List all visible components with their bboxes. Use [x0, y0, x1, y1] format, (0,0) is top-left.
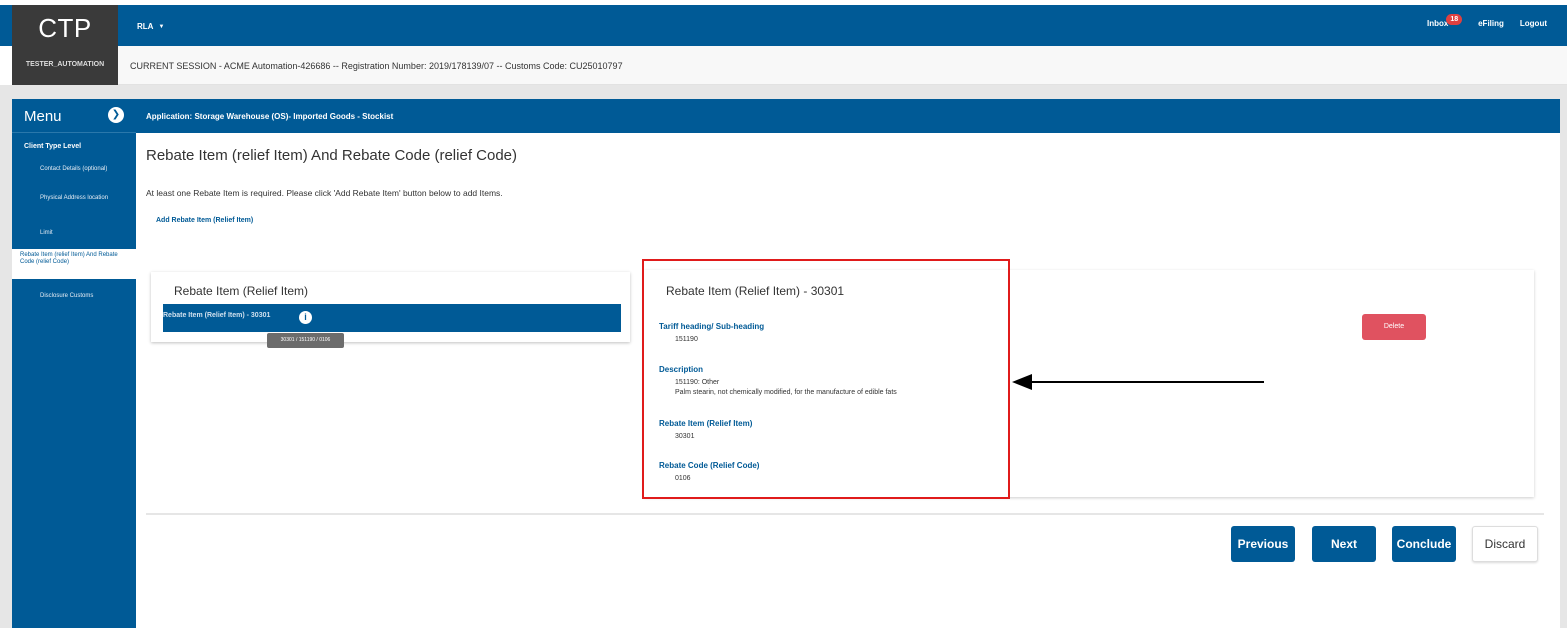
rebate-item-row[interactable]: Rebate Item (Relief Item) - 30301 i [163, 304, 621, 332]
application-bar: Application: Storage Warehouse (OS)- Imp… [136, 99, 1560, 133]
sidebar-item-disclosure-customs[interactable]: Disclosure Customs [40, 293, 120, 300]
top-right-links: Inbox 18 eFiling Logout [1426, 14, 1547, 28]
rebate-item-list-card: Rebate Item (Relief Item) Rebate Item (R… [151, 272, 630, 342]
efiling-link[interactable]: eFiling [1478, 19, 1504, 28]
rla-menu-dropdown[interactable]: RLA ▼ [137, 22, 164, 31]
discard-button[interactable]: Discard [1472, 526, 1538, 562]
rla-menu-label: RLA [137, 22, 154, 31]
delete-button[interactable]: Delete [1362, 314, 1426, 340]
info-icon[interactable]: i [299, 311, 312, 324]
sidebar-item-contact-details[interactable]: Contact Details (optional) [40, 166, 120, 173]
page-title: Rebate Item (relief Item) And Rebate Cod… [146, 147, 518, 164]
session-info: CURRENT SESSION - ACME Automation-426686… [130, 61, 623, 71]
sidebar-item-rebate-item[interactable]: Rebate Item (relief Item) And Rebate Cod… [12, 249, 136, 279]
highlight-box [642, 259, 1010, 499]
session-bar: CURRENT SESSION - ACME Automation-426686… [118, 46, 1567, 85]
arrow-left-icon [1012, 374, 1264, 390]
sidebar-header: Menu ❯ [12, 99, 136, 133]
list-card-title: Rebate Item (Relief Item) [174, 284, 309, 298]
rebate-item-row-label: Rebate Item (Relief Item) - 30301 [163, 312, 271, 319]
logout-link[interactable]: Logout [1520, 19, 1547, 28]
chevron-down-icon: ▼ [158, 23, 165, 30]
next-button[interactable]: Next [1312, 526, 1376, 562]
add-rebate-item-link[interactable]: Add Rebate Item (Relief Item) [156, 217, 253, 224]
menu-title: Menu [24, 108, 62, 125]
sidebar-item-label: Rebate Item (relief Item) And Rebate Cod… [20, 252, 118, 265]
conclude-button[interactable]: Conclude [1392, 526, 1456, 562]
logo-block: CTP TESTER_AUTOMATION [12, 5, 118, 85]
divider [146, 513, 1544, 515]
sidebar-item-physical-address[interactable]: Physical Address location [40, 195, 120, 202]
previous-button[interactable]: Previous [1231, 526, 1295, 562]
logo: CTP [38, 13, 92, 43]
application-title: Application: Storage Warehouse (OS)- Imp… [146, 112, 394, 121]
inbox-count-badge: 18 [1446, 14, 1463, 25]
sidebar: Menu ❯ Client Type Level Contact Details… [12, 99, 136, 628]
inbox-link[interactable]: Inbox 18 [1426, 14, 1463, 28]
sidebar-item-limit[interactable]: Limit [40, 230, 120, 237]
inbox-label: Inbox [1426, 19, 1449, 28]
username-label: TESTER_AUTOMATION [25, 61, 105, 68]
menu-toggle-icon[interactable]: ❯ [108, 107, 124, 123]
tooltip: 30301 / 151190 / 0106 [267, 333, 344, 348]
instruction-text: At least one Rebate Item is required. Pl… [146, 188, 503, 198]
sidebar-section-title: Client Type Level [24, 143, 82, 150]
top-navigation-bar: RLA ▼ Inbox 18 eFiling Logout [0, 5, 1567, 46]
